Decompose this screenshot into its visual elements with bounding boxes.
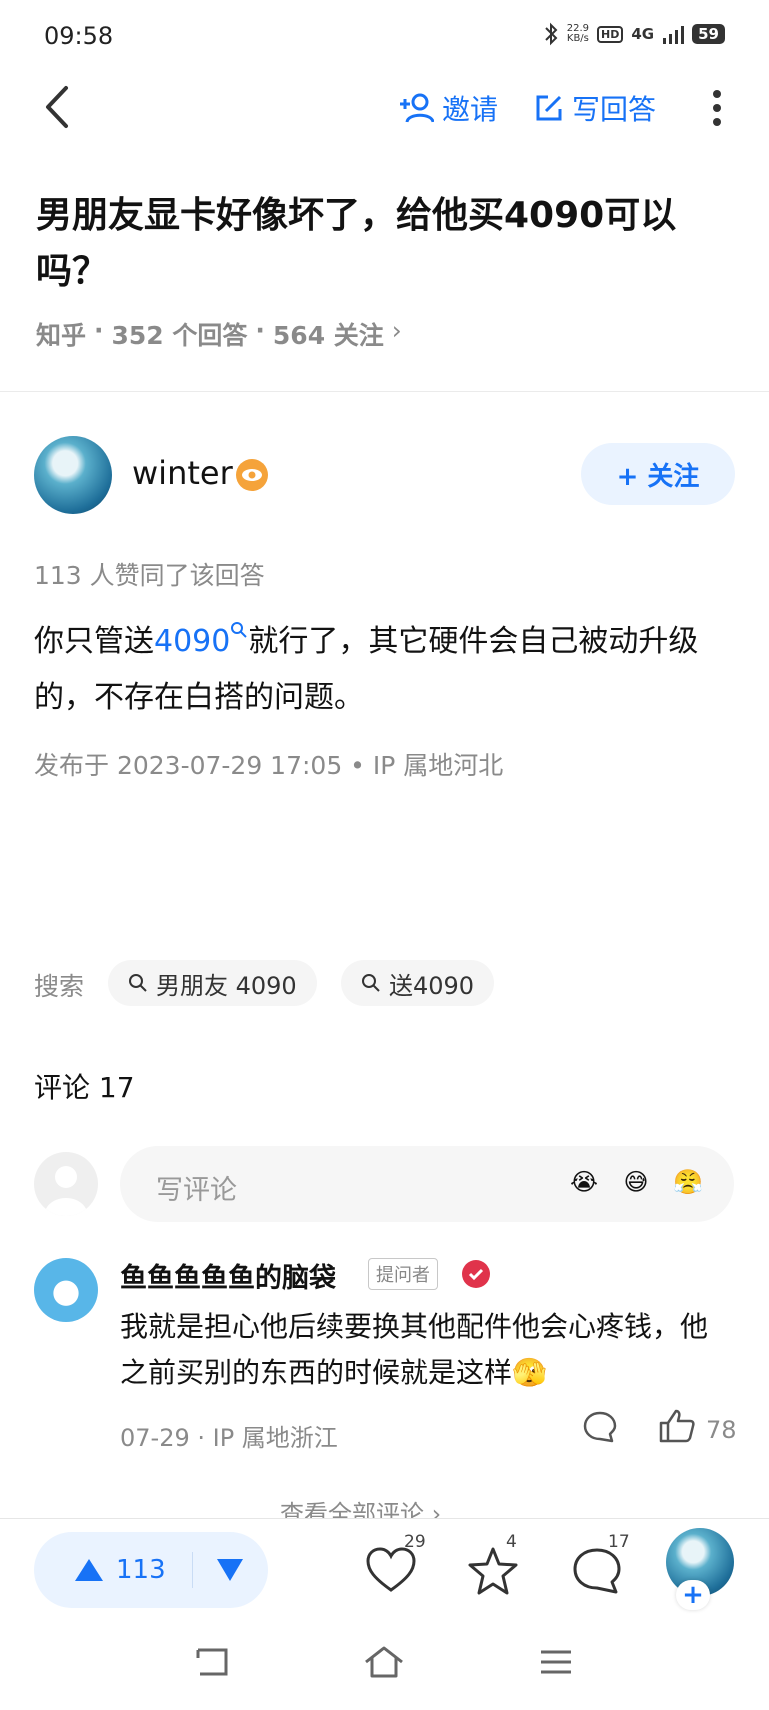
like-icon[interactable] [658,1408,696,1444]
net-speed: 22.9 KB/s [566,23,590,44]
search-link[interactable]: 4090 [154,624,230,659]
edit-icon [536,95,562,121]
reply-icon[interactable] [582,1410,618,1444]
heart-icon[interactable] [364,1546,418,1594]
follow-button[interactable]: + 关注 [581,443,735,505]
question-meta[interactable]: 知乎 · 352 个回答 · 564 关注 › [36,316,402,352]
write-answer-button[interactable]: 写回答 [534,88,656,128]
search-chip[interactable]: 送4090 [341,960,495,1006]
divider [0,391,769,392]
search-icon [129,974,147,992]
favorite-count: 4 [506,1532,517,1552]
commenter-name[interactable]: 鱼鱼鱼鱼鱼的脑袋 [120,1256,336,1295]
nav-menu-icon[interactable] [538,1644,574,1680]
write-answer-label: 写回答 [572,93,657,126]
question-source: 知乎 [36,321,87,350]
status-time: 09:58 [44,22,114,50]
author-name[interactable]: winter [132,454,233,492]
eye-badge-icon [236,459,268,491]
crying-emoji-icon[interactable]: 😭 [564,1162,604,1202]
question-title[interactable]: 男朋友显卡好像坏了，给他买4090可以吗？ [36,188,726,300]
vote-separator [192,1552,193,1588]
bluetooth-icon [545,22,558,46]
nav-home-icon[interactable] [362,1644,406,1680]
downvote-icon[interactable] [216,1558,244,1582]
commenter-avatar[interactable] [34,1258,98,1322]
vote-summary: 113 人赞同了该回答 [34,561,265,590]
answer-count: 352 个回答 [111,321,248,350]
like-count: 29 [404,1532,426,1552]
back-icon[interactable] [40,82,80,132]
signal-bars-icon [663,26,685,44]
verified-badge-icon [462,1260,490,1288]
comment-like-count: 78 [706,1416,737,1444]
upvote-icon[interactable] [74,1558,104,1582]
chevron-right-icon: › [391,316,402,345]
more-icon[interactable] [707,88,727,128]
nav-back-icon[interactable] [192,1644,232,1680]
author-avatar[interactable] [34,436,112,514]
answer-content: 你只管送4090 就行了，其它硬件会自己被动升级的，不存在白搭的问题。 [34,614,734,726]
sweat-emoji-icon[interactable]: 😅 [616,1162,656,1202]
asker-tag: 提问者 [368,1258,438,1290]
comment-placeholder: 写评论 [156,1175,237,1206]
search-chip[interactable]: 男朋友 4090 [108,960,317,1006]
upvote-count[interactable]: 113 [116,1555,166,1585]
search-icon [362,974,380,992]
invite-label: 邀请 [442,93,499,126]
hd-badge: HD [597,25,624,43]
comment-icon[interactable] [570,1546,624,1596]
status-icons: 22.9 KB/s HD 4G 59 [543,22,725,46]
signal-icon: 4G [631,25,655,43]
my-avatar [34,1152,98,1216]
plus-icon[interactable]: + [676,1580,710,1610]
comment-text: 我就是担心他后续要换其他配件他会心疼钱，他之前买别的东西的时候就是这样🫣 [120,1310,709,1389]
comment-count: 17 [608,1532,630,1552]
star-icon[interactable] [466,1546,520,1596]
search-icon[interactable] [230,621,248,639]
add-user-icon [400,93,434,123]
invite-button[interactable]: 邀请 [398,88,498,128]
follower-count: 564 关注 [272,321,384,350]
battery-icon: 59 [692,24,725,44]
angry-emoji-icon[interactable]: 😤 [668,1162,708,1202]
comments-title: 评论 17 [34,1071,135,1104]
search-label: 搜索 [34,972,85,1001]
publish-info: 发布于 2023-07-29 17:05 • IP 属地河北 [34,751,504,780]
comment-meta: 07-29 · IP 属地浙江 [120,1424,338,1452]
